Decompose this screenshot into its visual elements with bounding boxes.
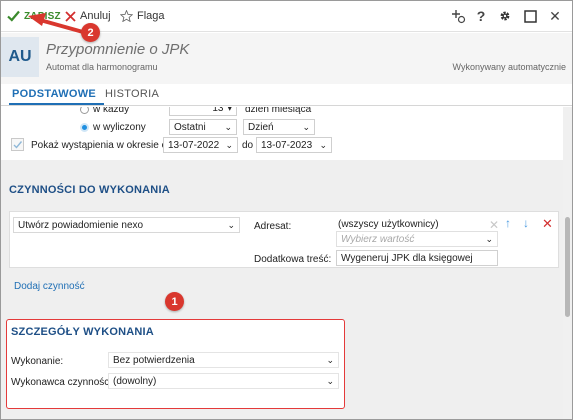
date-from-value: 13-07-2022 [168,139,220,151]
schedule-section: w każdy 13 ▾ dzień miesiąca w wyliczony O… [1,107,563,160]
date-to-label: do [242,140,254,151]
page-subtitle: Automat dla harmonogramu [46,62,158,72]
avatar: AU [1,37,39,77]
calc-ordinal-select[interactable]: Ostatni ⌄ [169,119,237,135]
chevron-down-icon: ▾ [227,107,232,113]
page-title: Przypomnienie o JPK [46,41,190,58]
execution-select[interactable]: Bez potwierdzenia ⌄ [108,352,339,368]
radio-calculated[interactable] [80,123,89,132]
radio-every[interactable] [80,107,89,114]
recipient-label: Adresat: [254,221,292,232]
executor-label: Wykonawca czynności: [11,377,115,388]
chevron-down-icon: ⌄ [485,233,493,244]
delete-task-icon[interactable]: ✕ [542,216,553,232]
chevron-down-icon: ⌄ [319,139,327,150]
task-card: Utwórz powiadomienie nexo ⌄ Adresat: (wsz… [9,211,559,268]
calc-unit-select[interactable]: Dzień ⌄ [243,119,315,135]
execution-value: Bez potwierdzenia [113,354,195,366]
every-label: w każdy [93,107,130,115]
recipient-select[interactable]: Wybierz wartość ⌄ [336,231,498,247]
calculated-label: w wyliczony [93,122,146,133]
extra-content-value: Wygeneruj JPK dla księgowej [341,252,473,264]
help-icon[interactable]: ? [473,8,489,24]
recipient-value: (wszyscy użytkownicy) [338,219,439,230]
extra-content-label: Dodatkowa treść: [254,254,332,265]
executor-value: (dowolny) [113,375,157,387]
cancel-button[interactable]: Anuluj [65,8,111,24]
flag-button[interactable]: Flaga [120,8,165,24]
move-down-icon[interactable]: ↓ [523,216,529,230]
star-icon [120,10,133,22]
close-window-icon[interactable]: ✕ [547,8,563,24]
chevron-down-icon: ⌄ [224,121,232,132]
chevron-down-icon: ⌄ [326,375,334,386]
calc-unit-value: Dzień [248,121,274,133]
move-up-icon[interactable]: ↑ [505,216,511,230]
chevron-down-icon: ⌄ [302,121,310,132]
save-label: ZAPISZ [24,10,61,22]
extra-content-input[interactable]: Wygeneruj JPK dla księgowej [336,250,498,266]
tab-bar: PODSTAWOWE HISTORIA [1,84,572,106]
status-text: Wykonywany automatycznie [452,62,566,72]
every-day-select[interactable]: 13 ▾ [169,107,237,116]
execution-details-section: SZCZEGÓŁY WYKONANIA Wykonanie: Bez potwi… [6,319,345,409]
gear-icon[interactable] [497,8,513,24]
tab-historia[interactable]: HISTORIA [105,88,159,100]
add-watch-icon[interactable] [450,8,466,24]
save-button[interactable]: ZAPISZ [7,8,61,24]
callout-badge-1: 1 [165,292,184,311]
date-to-select[interactable]: 13-07-2023 ⌄ [256,137,332,153]
checkmark-icon [13,141,23,149]
every-suffix: dzień miesiąca [245,107,312,115]
show-occurrences-label: Pokaż wystąpienia w okresie od [31,140,173,151]
execution-label: Wykonanie: [11,356,64,367]
scrollbar-thumb[interactable] [565,217,570,317]
maximize-icon[interactable] [522,8,538,24]
recipient-placeholder: Wybierz wartość [341,233,415,245]
details-section-title: SZCZEGÓŁY WYKONANIA [11,326,154,338]
every-day-value: 13 [212,107,224,114]
chevron-down-icon: ⌄ [225,139,233,150]
show-occurrences-checkbox[interactable] [11,138,24,151]
chevron-down-icon: ⌄ [227,219,235,230]
tab-podstawowe[interactable]: PODSTAWOWE [12,88,96,100]
date-to-value: 13-07-2023 [261,139,313,151]
flag-label: Flaga [137,10,165,22]
vertical-scrollbar[interactable] [563,107,572,419]
chevron-down-icon: ⌄ [326,354,334,365]
task-action-value: Utwórz powiadomienie nexo [18,219,144,231]
task-action-select[interactable]: Utwórz powiadomienie nexo ⌄ [13,217,240,233]
cancel-label: Anuluj [80,10,111,22]
calc-ordinal-value: Ostatni [174,121,206,133]
active-tab-underline [9,103,104,105]
main-content: w każdy 13 ▾ dzień miesiąca w wyliczony O… [1,107,563,419]
checkmark-icon [7,10,20,22]
close-icon [65,10,76,22]
callout-badge-2: 2 [81,23,100,42]
tasks-section-title: CZYNNOŚCI DO WYKONANIA [9,184,170,196]
executor-select[interactable]: (dowolny) ⌄ [108,373,339,389]
add-task-link[interactable]: Dodaj czynność [14,281,85,292]
remove-gray-icon[interactable]: ✕ [489,218,499,232]
date-from-select[interactable]: 13-07-2022 ⌄ [163,137,238,153]
